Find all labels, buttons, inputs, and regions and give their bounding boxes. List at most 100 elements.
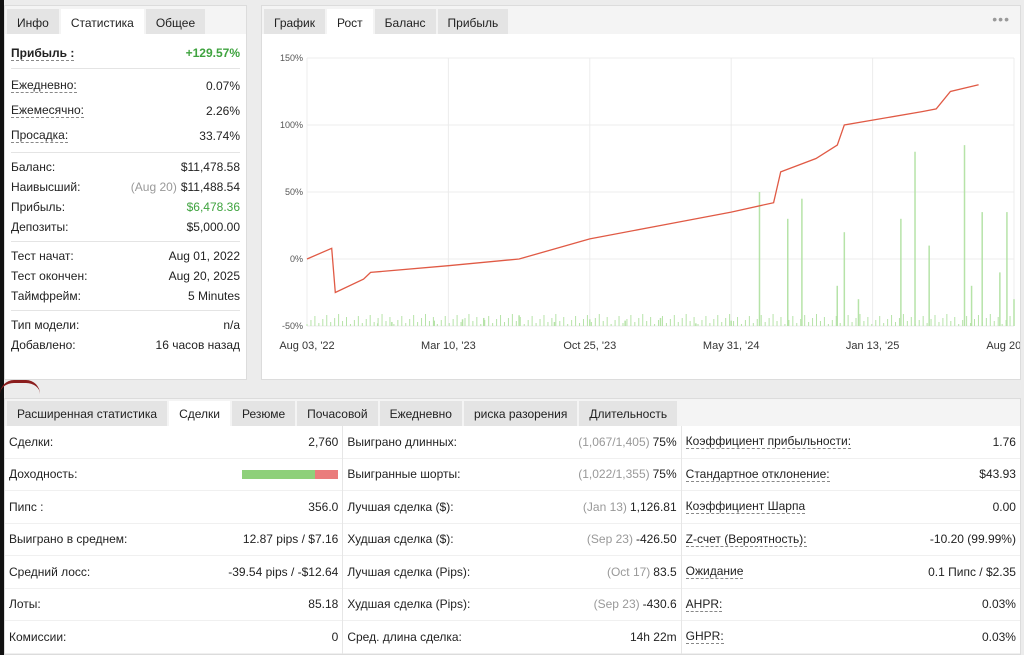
stat-label: Пипс : [9,499,44,514]
stat-label: Худшая сделка (Pips): [347,597,471,612]
stat-note: (1,022/1,355) [578,467,650,482]
highest-label: Наивысший: [11,180,81,194]
extended-tabs: Расширенная статистика Сделки Резюме Поч… [5,399,1020,426]
test-end-label: Тест окончен: [11,269,88,283]
divider [11,241,240,242]
stat-label: Сделки: [9,434,54,449]
stat-row: Выиграно длинных: (1,067/1,405) 75% [343,426,681,459]
test-start-value: Aug 01, 2022 [168,249,240,263]
chart-panel: График Рост Баланс Прибыль ••• 150% 100% 5… [261,5,1021,380]
stat-label: Комиссии: [9,629,67,644]
stat-label: Доходность: [9,467,78,482]
added-value: 16 часов назад [155,338,240,352]
stats-tabs: Инфо Статистика Общее [5,6,246,34]
stats-column-2: Выиграно длинных: (1,067/1,405) 75% Выигран… [343,426,682,654]
divider [11,152,240,153]
more-menu-icon[interactable]: ••• [992,11,1010,27]
daily-row: Ежедневно: 0.07% [5,73,246,98]
stat-value: -426.50 [635,532,677,547]
stat-value: 0.1 Пипс / $2.35 [928,564,1016,579]
test-start-row: Тест начат: Aug 01, 2022 [5,246,246,266]
tab-duration[interactable]: Длительность [579,401,678,426]
stat-value-wrap: 2,760 [308,435,338,449]
profitability-bar [242,469,339,479]
tab-extended-stats[interactable]: Расширенная статистика [7,401,168,426]
profit-amount-row: Прибыль: $6,478.36 [5,197,246,217]
tab-profit[interactable]: Прибыль [437,9,509,34]
stat-value-wrap: 0.03% [982,597,1016,611]
daily-label: Ежедневно: [11,78,77,93]
stats-grid: Сделки: 2,760 Доходность: Пипс : 356.0 Выигра… [5,426,1020,654]
y-tick-label: 0% [290,254,303,264]
tab-chart[interactable]: График [264,9,325,34]
deposits-label: Депозиты: [11,220,69,234]
stat-value: 1,126.81 [629,499,677,514]
deposits-value: $5,000.00 [186,220,240,234]
stat-note: (Sep 23) [593,597,640,612]
stat-value: 75% [652,434,677,449]
tab-risk-of-ruin[interactable]: риска разорения [463,401,578,426]
stat-label: AHPR: [685,596,723,612]
stat-row: Комиссии: 0 [5,621,343,654]
balance-value: $11,478.58 [180,160,240,174]
profit-row: Прибыль : +129.57% [5,42,246,64]
model-row: Тип модели: n/a [5,315,246,335]
tab-balance[interactable]: Баланс [374,9,436,34]
tab-growth[interactable]: Рост [327,9,373,34]
stat-row: Коэффициент прибыльности: 1.76 [681,426,1020,459]
test-end-row: Тест окончен: Aug 20, 2025 [5,266,246,286]
stat-row: AHPR: 0.03% [681,589,1020,621]
stat-value: 85.18 [308,597,339,612]
stat-value: 0.03% [981,597,1016,612]
stat-value-wrap: -10.20 (99.99%) [930,532,1016,546]
profit-value: +129.57% [185,46,240,60]
highest-note: (Aug 20) [130,180,177,194]
stats-column-1: Сделки: 2,760 Доходность: Пипс : 356.0 Выигра… [5,426,344,654]
x-tick-label: Oct 25, '23 [563,340,616,352]
stat-label: Лучшая сделка (Pips): [347,564,471,579]
stat-row: GHPR: 0.03% [681,621,1020,654]
stat-value-wrap: 12.87 pips / $7.16 [243,532,338,546]
stat-label: Лоты: [9,597,41,612]
stat-value: 356.0 [308,499,339,514]
tab-summary[interactable]: Резюме [231,401,296,426]
timeframe-value: 5 Minutes [187,289,240,303]
monthly-label: Ежемесячно: [11,103,85,118]
stat-value-wrap: (Oct 17) 83.5 [607,565,677,579]
highest-value: $11,488.54 [180,180,240,194]
stat-row: Худшая сделка ($): (Sep 23) -426.50 [343,524,681,556]
stat-value-wrap: 0 [332,630,339,644]
stat-note: (1,067/1,405) [578,434,650,449]
stat-label: Ожидание [685,564,744,580]
stat-value: -39.54 pips / -$12.64 [228,564,339,579]
test-end-value: Aug 20, 2025 [168,269,240,283]
tab-daily[interactable]: Ежедневно [379,401,462,426]
tab-info[interactable]: Инфо [7,9,59,34]
stat-label: GHPR: [685,629,724,645]
stat-value-wrap: 0.00 [993,500,1016,514]
decorative-arc [0,380,40,396]
tab-statistics[interactable]: Статистика [60,9,144,34]
stat-value-wrap: 0.1 Пипс / $2.35 [928,565,1016,579]
x-tick-label: Aug 03, '22 [279,340,334,352]
monthly-value: 2.26% [205,103,240,118]
stat-value-wrap: (Sep 23) -430.6 [594,597,677,611]
tab-trades[interactable]: Сделки [169,401,230,426]
stat-row: Коэффициент Шарпа 0.00 [681,491,1020,524]
stat-label: Средний лосс: [9,564,91,579]
stat-value: 12.87 pips / $7.16 [242,532,339,547]
y-tick-label: 50% [285,187,303,197]
stat-row: Пипс : 356.0 [5,491,343,524]
tab-hourly[interactable]: Почасовой [297,401,378,426]
drawdown-label: Просадка: [11,128,69,143]
stat-row: Средний лосс: -39.54 pips / -$12.64 [5,556,343,589]
tab-general[interactable]: Общее [145,9,206,34]
stat-value-wrap: 356.0 [308,500,338,514]
stat-label: Коэффициент прибыльности: [685,434,852,450]
growth-line [306,84,979,294]
stats-panel: Инфо Статистика Общее Прибыль : +129.57%… [4,5,247,380]
stat-value: -10.20 (99.99%) [929,532,1016,547]
timeframe-row: Таймфрейм: 5 Minutes [5,286,246,306]
stat-label: Худшая сделка ($): [347,532,454,547]
stat-value: 0.03% [981,629,1016,644]
